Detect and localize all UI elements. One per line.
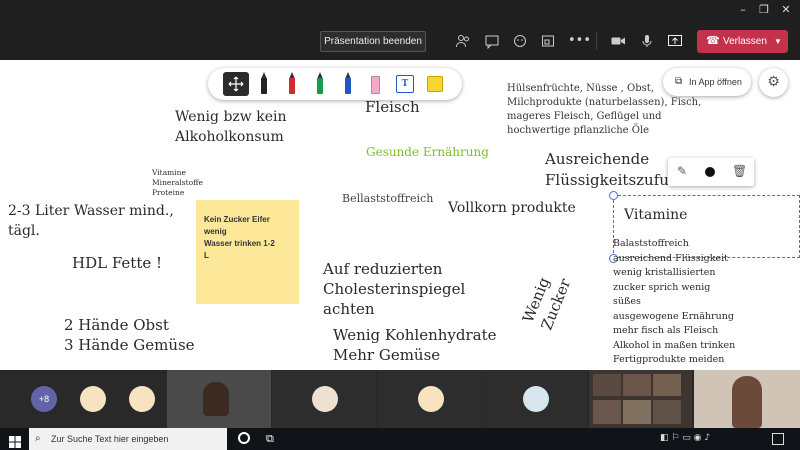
vitamin-list-item: Balaststoffreich bbox=[613, 238, 689, 249]
maximize-icon[interactable]: ❐ bbox=[758, 4, 770, 16]
taskbar-search-box[interactable]: ⌕ Zur Suche Text hier eingeben bbox=[29, 428, 227, 450]
note-wholegrain: Vollkorn produkte bbox=[448, 200, 576, 216]
more-options-icon[interactable]: ••• bbox=[568, 33, 591, 49]
selection-handle[interactable] bbox=[609, 191, 618, 200]
green-pen-tool[interactable] bbox=[314, 72, 326, 96]
vitamin-box-list: Balaststoffreich ausreichend Flüssigkeit w… bbox=[613, 237, 735, 368]
gallery-video[interactable] bbox=[589, 370, 692, 428]
note-fiber: Bellaststoffreich bbox=[342, 192, 434, 205]
stop-presenting-button[interactable]: Präsentation beenden bbox=[320, 31, 426, 52]
sticky-note[interactable]: Kein Zucker Eifer wenig Wasser trinken 1… bbox=[196, 200, 299, 304]
note-fluids: Ausreichende Flüssigkeitszufuhr bbox=[545, 150, 686, 189]
person-silhouette bbox=[203, 382, 229, 416]
microphone-icon[interactable] bbox=[639, 33, 655, 49]
note-sugar-rotated: Wenig Zucker bbox=[518, 274, 575, 333]
red-pen-tool[interactable] bbox=[286, 72, 298, 96]
more-participants-badge[interactable]: +8 bbox=[31, 386, 57, 412]
gear-icon: ⚙ bbox=[767, 74, 780, 90]
blue-pen-tool[interactable] bbox=[342, 72, 354, 96]
camera-icon[interactable] bbox=[610, 33, 626, 49]
vitamin-list-item: süßes bbox=[613, 296, 641, 307]
settings-button[interactable]: ⚙ bbox=[759, 68, 788, 97]
edit-icon[interactable]: ✎ bbox=[677, 164, 687, 178]
tray-icons[interactable]: ◧ ⚐ ▭ ◉ ♪ bbox=[660, 433, 710, 443]
chat-icon[interactable] bbox=[484, 33, 500, 50]
note-legumes: Hülsenfrüchte, Nüsse , Obst, Milchproduk… bbox=[507, 83, 702, 136]
minimize-icon[interactable]: – bbox=[737, 4, 749, 16]
sticky-note-text: Kein Zucker Eifer wenig Wasser trinken 1… bbox=[204, 215, 275, 260]
title-bar: – ❐ ✕ bbox=[0, 0, 800, 22]
vitamin-box-title: Vitamine bbox=[624, 207, 688, 223]
participant-tile[interactable] bbox=[272, 370, 376, 428]
note-vitamins-small: Vitamine Mineralstoffe Proteine bbox=[152, 168, 203, 197]
chevron-down-icon[interactable]: ▼ bbox=[774, 30, 782, 53]
vitamin-list-item: ausreichend Flüssigkeit bbox=[613, 252, 728, 264]
vitamin-list-item: mehr fisch als Fleisch bbox=[613, 325, 719, 336]
vitamin-list-item: Fertigprodukte meiden bbox=[613, 354, 725, 365]
participant-avatar[interactable] bbox=[80, 386, 106, 412]
search-icon: ⌕ bbox=[35, 433, 41, 444]
task-view-icon[interactable]: ⧉ bbox=[266, 432, 274, 446]
vitamin-list-item: wenig kristallisierten bbox=[613, 267, 716, 278]
black-pen-tool[interactable] bbox=[258, 72, 270, 96]
participant-video[interactable] bbox=[167, 370, 271, 428]
note-water: 2-3 Liter Wasser mind., tägl. bbox=[8, 203, 174, 239]
move-tool[interactable] bbox=[223, 72, 249, 96]
leave-button[interactable]: ☎ Verlassen ▼ bbox=[697, 30, 788, 53]
participant-tile[interactable] bbox=[483, 370, 587, 428]
windows-taskbar: ⌕ Zur Suche Text hier eingeben ⧉ ◧ ⚐ ▭ ◉… bbox=[0, 428, 800, 450]
delete-icon[interactable]: 🗑 bbox=[732, 164, 747, 178]
whiteboard-toolbar: T bbox=[208, 68, 462, 100]
phone-hangup-icon: ☎ bbox=[706, 35, 720, 47]
notifications-icon[interactable] bbox=[772, 433, 784, 445]
note-carbs: Wenig Kohlenhydrate Mehr Gemüse bbox=[333, 326, 497, 364]
share-screen-icon[interactable] bbox=[667, 33, 683, 49]
note-cholesterol: Auf reduzierten Cholesterinspiegel achte… bbox=[323, 260, 466, 318]
search-placeholder: Zur Suche Text hier eingeben bbox=[51, 434, 169, 444]
participant-tile[interactable] bbox=[378, 370, 482, 428]
person-silhouette bbox=[732, 376, 762, 428]
vitamin-list-item: Alkohol in maßen trinken bbox=[613, 339, 736, 351]
selection-toolbar: ✎ 🗑 bbox=[668, 158, 754, 186]
note-fruit-veg: 2 Hände Obst 3 Hände Gemüse bbox=[64, 316, 195, 354]
color-dot-icon[interactable] bbox=[705, 167, 715, 177]
divider bbox=[596, 32, 597, 50]
sticky-note-tool[interactable] bbox=[427, 76, 443, 92]
text-tool[interactable]: T bbox=[396, 75, 414, 93]
leave-label: Verlassen bbox=[723, 36, 767, 47]
vitamin-list-item: zucker sprich wenig bbox=[613, 281, 711, 293]
call-control-bar: Präsentation beenden ••• ☎ Verlassen ▼ bbox=[0, 22, 800, 60]
raise-hand-icon[interactable] bbox=[512, 33, 528, 49]
note-alcohol: Wenig bzw kein Alkoholkonsum bbox=[175, 109, 287, 145]
note-meat: Fleisch bbox=[365, 98, 420, 116]
cortana-icon[interactable] bbox=[238, 432, 250, 444]
note-healthy-title: Gesunde Ernährung bbox=[366, 145, 489, 159]
windows-start-icon[interactable] bbox=[9, 433, 21, 448]
close-icon[interactable]: ✕ bbox=[780, 4, 792, 16]
highlighter-tool[interactable] bbox=[370, 72, 382, 96]
participants-icon[interactable] bbox=[455, 33, 471, 49]
vitamin-list-item: ausgewogene Ernährung bbox=[613, 310, 734, 322]
note-hdl: HDL Fette ! bbox=[72, 254, 163, 272]
participant-avatar[interactable] bbox=[129, 386, 155, 412]
self-video[interactable] bbox=[694, 370, 800, 428]
move-icon bbox=[228, 76, 244, 92]
whiteboard-canvas[interactable]: T ⧉ In App öffnen ⚙ Wenig bzw kein Alkoh… bbox=[0, 60, 800, 370]
participant-strip: +8 bbox=[0, 370, 800, 428]
rooms-icon[interactable] bbox=[540, 33, 556, 49]
